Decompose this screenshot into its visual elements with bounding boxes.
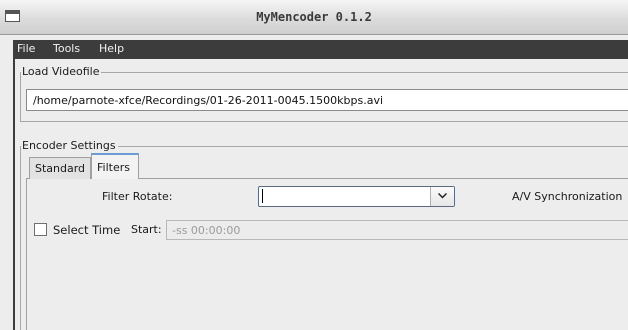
tab-filters[interactable]: Filters <box>91 153 139 179</box>
select-time-checkbox[interactable] <box>34 223 47 236</box>
menu-tools[interactable]: Tools <box>53 42 80 55</box>
filter-rotate-dropdown-button[interactable] <box>430 187 454 206</box>
chevron-down-icon <box>438 193 447 199</box>
av-sync-label: A/V Synchronization <box>512 190 623 203</box>
start-time-input[interactable]: -ss 00:00:00 <box>166 220 628 240</box>
title-bar[interactable]: MyMencoder 0.1.2 <box>0 0 628 35</box>
text-caret <box>262 189 263 203</box>
filter-rotate-combobox[interactable] <box>258 186 455 207</box>
encoder-settings-legend: Encoder Settings <box>21 139 118 152</box>
tab-standard[interactable]: Standard <box>29 157 91 179</box>
menu-help[interactable]: Help <box>99 42 124 55</box>
select-time-label[interactable]: Select Time <box>53 223 120 237</box>
videofile-path-field[interactable]: /home/parnote-xfce/Recordings/01-26-2011… <box>26 89 628 111</box>
filter-rotate-label: Filter Rotate: <box>102 190 173 203</box>
window-title: MyMencoder 0.1.2 <box>256 10 372 24</box>
menu-file[interactable]: File <box>17 42 35 55</box>
start-label: Start: <box>131 223 162 236</box>
window-frame-left <box>13 59 15 330</box>
menu-bar: File Tools Help <box>13 40 628 59</box>
load-videofile-legend: Load Videofile <box>21 65 102 78</box>
